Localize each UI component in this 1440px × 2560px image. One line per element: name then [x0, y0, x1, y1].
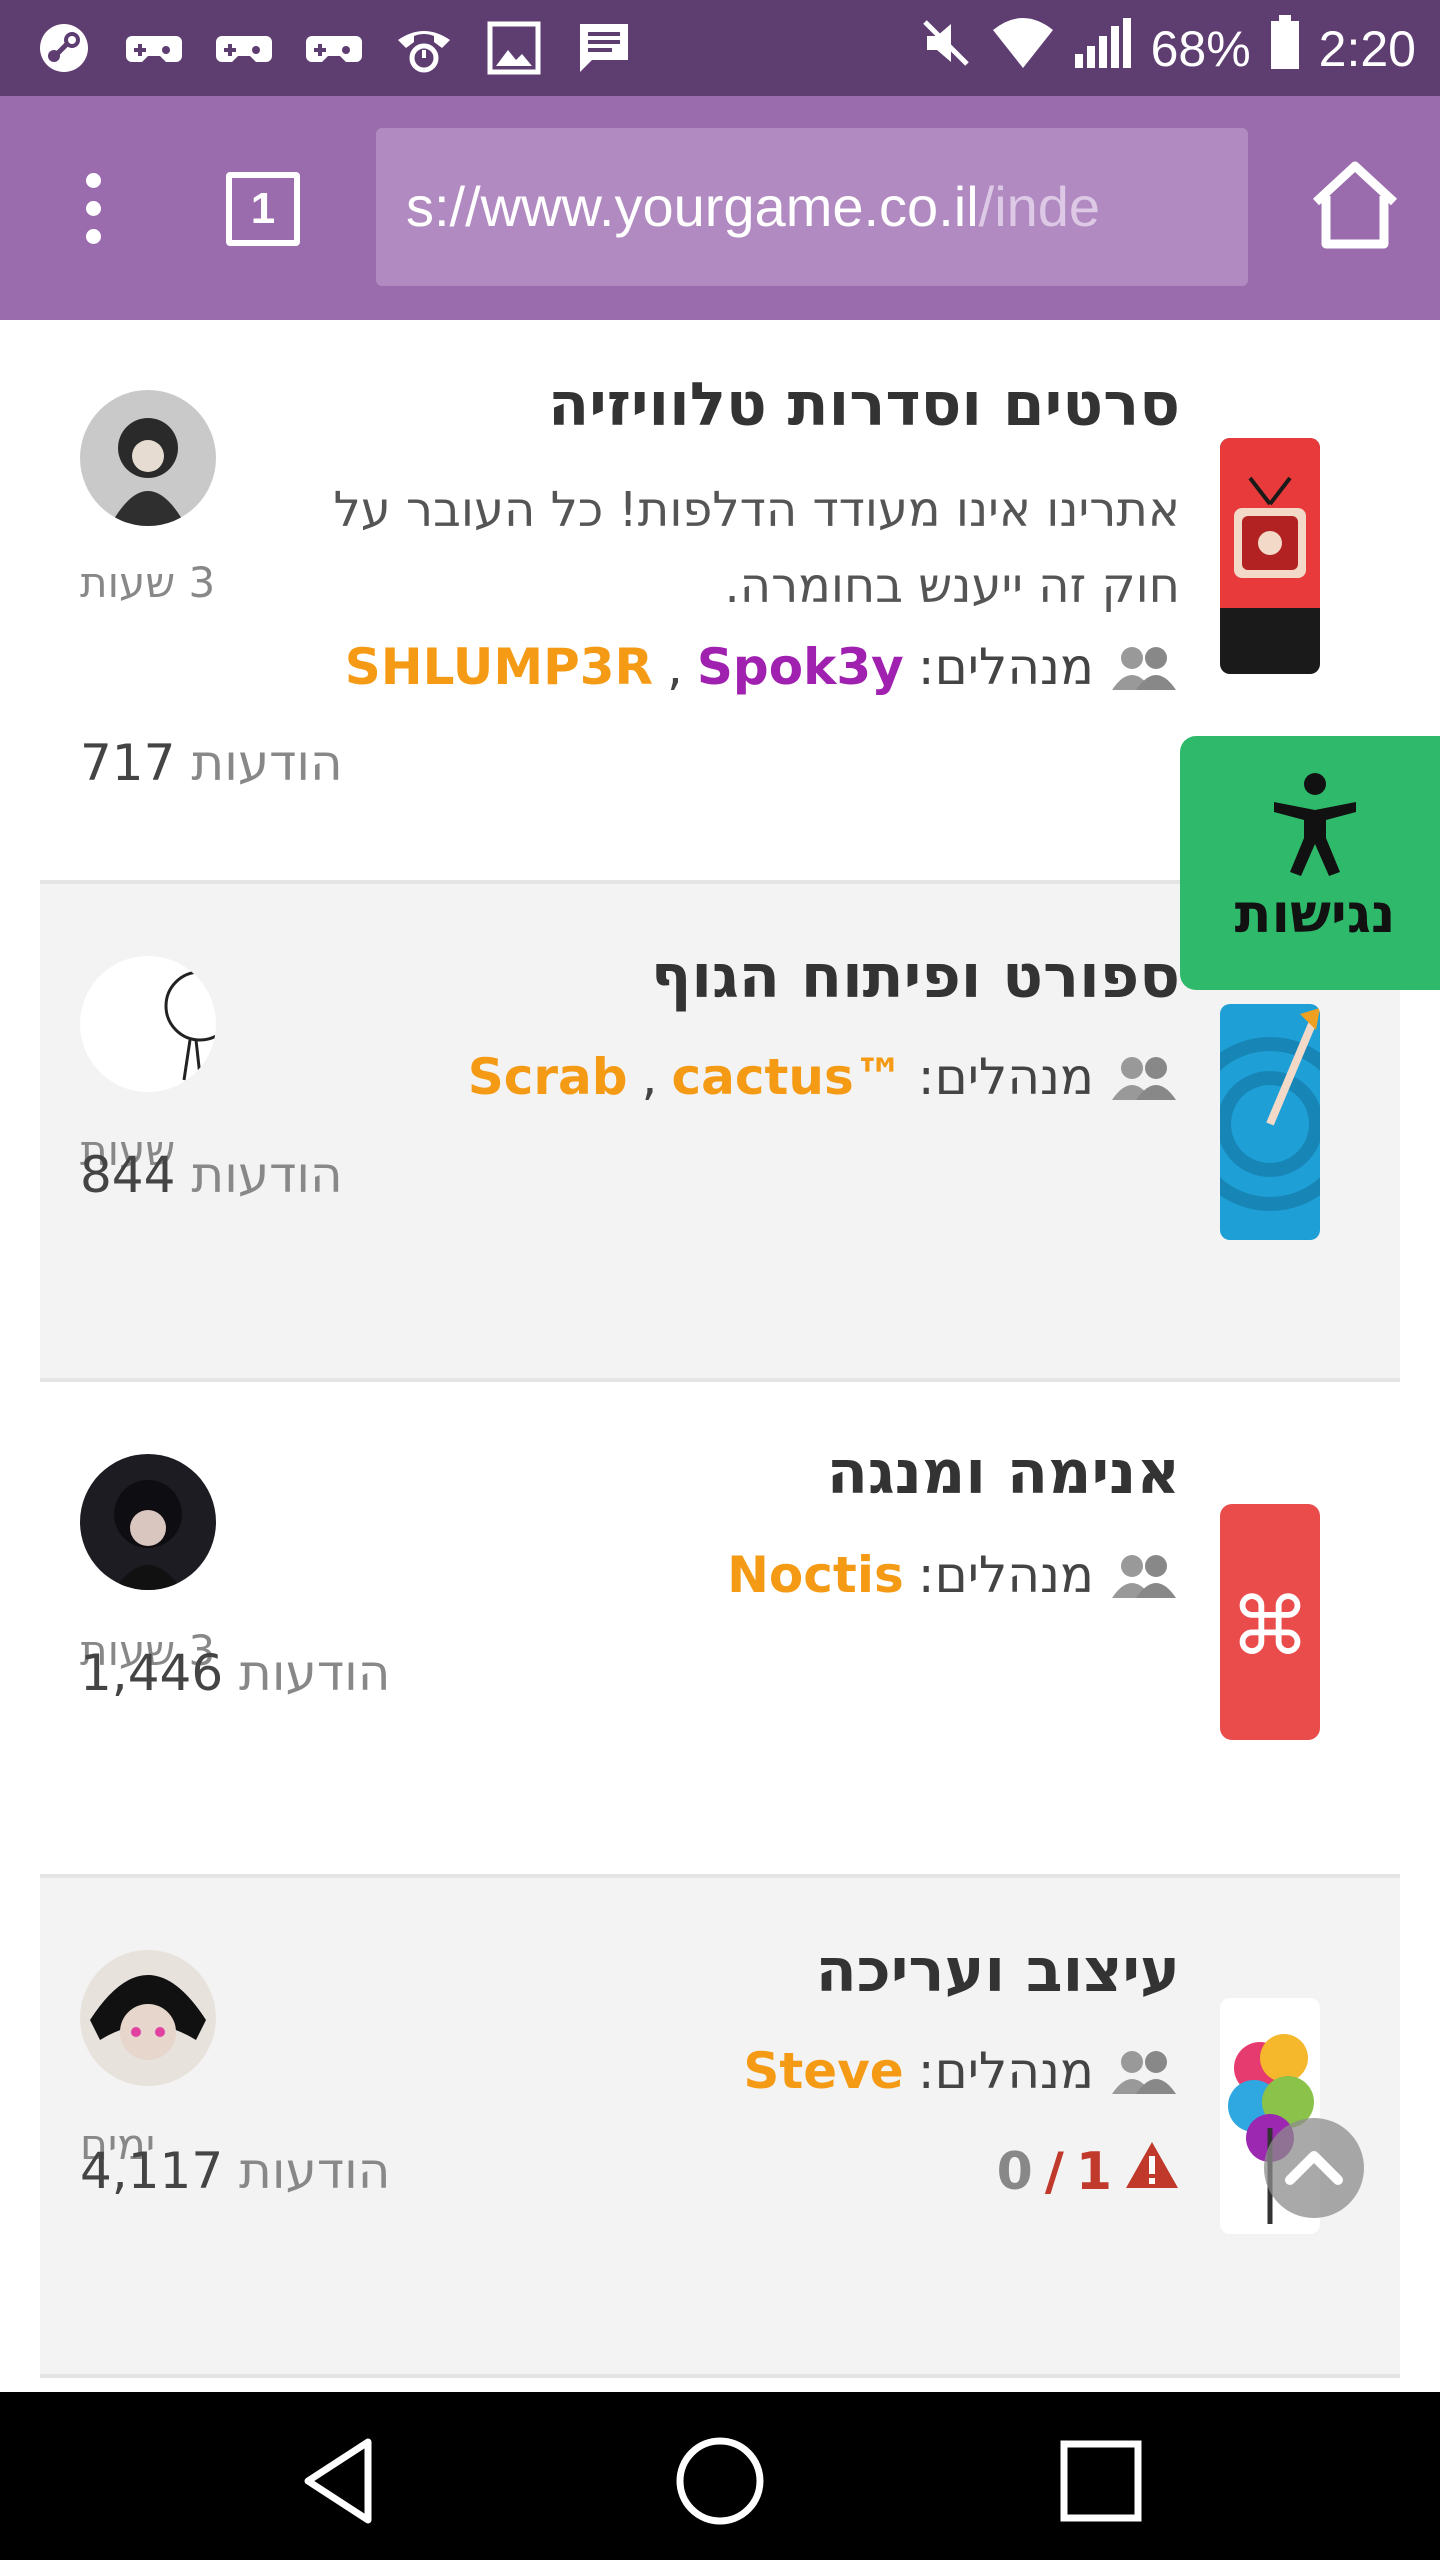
sport-forum-icon [1220, 1004, 1320, 1240]
voicemail-icon [394, 18, 454, 78]
forum-title[interactable]: סרטים וסדרות טלוויזיה [548, 370, 1180, 440]
moderator-link[interactable]: SHLUMP3R [345, 638, 653, 696]
moderators-label: מנהלים: [917, 1546, 1094, 1604]
group-icon [1108, 1052, 1180, 1102]
moderators-line: מנהלים: ™cactus , Scrab [468, 1048, 1180, 1106]
url-text: s://www.yourgame.co.il/inde [406, 174, 1100, 239]
warnings-current: 1 [1075, 2141, 1112, 2202]
tab-switcher-button[interactable]: 1 [226, 172, 300, 246]
more-vert-icon[interactable] [58, 158, 128, 258]
post-count: הודעות 1,446 [80, 1644, 390, 1702]
chevron-up-icon [1284, 2146, 1344, 2190]
tv-forum-icon [1220, 438, 1320, 674]
post-count: הודעות 844 [80, 1146, 343, 1204]
post-count-label: הודעות [191, 1146, 343, 1204]
separator: , [667, 638, 683, 696]
post-count-value: 1,446 [80, 1644, 224, 1702]
group-icon [1108, 1550, 1180, 1600]
message-icon [574, 18, 634, 78]
home-circle-icon[interactable] [665, 2426, 775, 2536]
avatar[interactable] [80, 1950, 216, 2086]
moderator-link[interactable]: Steve [743, 2042, 903, 2100]
forum-title[interactable]: ספורט ופיתוח הגוף [651, 942, 1180, 1012]
url-host: s://www.yourgame.co.il [406, 175, 979, 238]
post-count: הודעות 4,117 [80, 2142, 390, 2200]
game-controller-icon [304, 18, 364, 78]
notification-icons [34, 18, 634, 78]
avatar[interactable] [80, 956, 216, 1092]
avatar[interactable] [80, 390, 216, 526]
warning-icon [1124, 2140, 1180, 2203]
wifi-icon [991, 16, 1055, 82]
clock: 2:20 [1318, 21, 1416, 77]
scroll-to-top-button[interactable] [1264, 2118, 1364, 2218]
warnings-indicator[interactable]: 0 / 1 [997, 2140, 1180, 2203]
group-icon [1108, 2046, 1180, 2096]
post-count-label: הודעות [239, 2142, 391, 2200]
forum-row[interactable]: ⌘ אנימה ומנגה מנהלים: Noctis 3 שעות הודע… [40, 1382, 1400, 1878]
url-bar[interactable]: s://www.yourgame.co.il/inde [376, 128, 1248, 286]
back-icon[interactable] [286, 2426, 396, 2536]
browser-toolbar: 1 s://www.yourgame.co.il/inde [0, 96, 1440, 320]
forum-row[interactable]: עיצוב ועריכה מנהלים: Steve 0 / 1 ימים הו… [40, 1878, 1400, 2378]
forum-title[interactable]: אנימה ומנגה [827, 1438, 1180, 1508]
signal-icon [1073, 16, 1133, 82]
group-icon [1108, 642, 1180, 692]
accessibility-icon [1270, 772, 1360, 880]
battery-percent: 68% [1150, 21, 1251, 77]
moderator-link[interactable]: Noctis [727, 1546, 904, 1604]
forum-list: סרטים וסדרות טלוויזיה אתרינו אינו מעודד … [40, 320, 1400, 2378]
moderators-label: מנהלים: [917, 638, 1094, 696]
system-nav-bar [0, 2392, 1440, 2560]
avatar[interactable] [80, 1454, 216, 1590]
separator: , [641, 1048, 658, 1106]
svg-text:⌘: ⌘ [1230, 1580, 1310, 1673]
game-controller-icon [124, 18, 184, 78]
moderators-line: מנהלים: Spok3y , SHLUMP3R [345, 638, 1180, 696]
recents-icon[interactable] [1046, 2426, 1156, 2536]
moderator-link[interactable]: Spok3y [697, 638, 904, 696]
menu-dot [85, 172, 101, 188]
battery-icon [1269, 15, 1301, 83]
status-right: 68% 2:20 [919, 14, 1416, 84]
post-count-value: 844 [80, 1146, 176, 1204]
url-path: /inde [978, 175, 1101, 238]
post-count-value: 717 [80, 734, 176, 792]
status-bar: 68% 2:20 [0, 0, 1440, 96]
accessibility-button[interactable]: נגישות [1180, 736, 1440, 990]
moderator-link[interactable]: Scrab [468, 1048, 628, 1106]
menu-dot [85, 228, 101, 244]
forum-title[interactable]: עיצוב ועריכה [816, 1936, 1180, 2006]
moderators-label: מנהלים: [917, 1048, 1094, 1106]
warnings-separator: / [1044, 2141, 1064, 2202]
post-count-label: הודעות [239, 1644, 391, 1702]
accessibility-label: נגישות [1234, 882, 1396, 945]
moderator-link[interactable]: ™cactus [671, 1048, 903, 1106]
game-controller-icon [214, 18, 274, 78]
page: 68% 2:20 1 s://www.yourgame.co.il/inde ס… [0, 0, 1440, 2560]
last-post-time: 3 שעות [80, 558, 216, 607]
moderators-line: מנהלים: Steve [743, 2042, 1180, 2100]
warnings-total: 0 [996, 2141, 1033, 2202]
moderators-line: מנהלים: Noctis [727, 1546, 1180, 1604]
home-icon[interactable] [1300, 156, 1410, 256]
post-count-value: 4,117 [80, 2142, 224, 2200]
menu-dot [85, 200, 101, 216]
steam-icon [34, 18, 94, 78]
mute-icon [919, 16, 973, 82]
moderators-label: מנהלים: [917, 2042, 1094, 2100]
post-count: הודעות 717 [80, 734, 343, 792]
forum-description: אתרינו אינו מעודד הדלפות! כל העובר על חו… [333, 482, 1180, 614]
image-icon [484, 18, 544, 78]
post-count-label: הודעות [191, 734, 343, 792]
anime-forum-icon: ⌘ [1220, 1504, 1320, 1740]
